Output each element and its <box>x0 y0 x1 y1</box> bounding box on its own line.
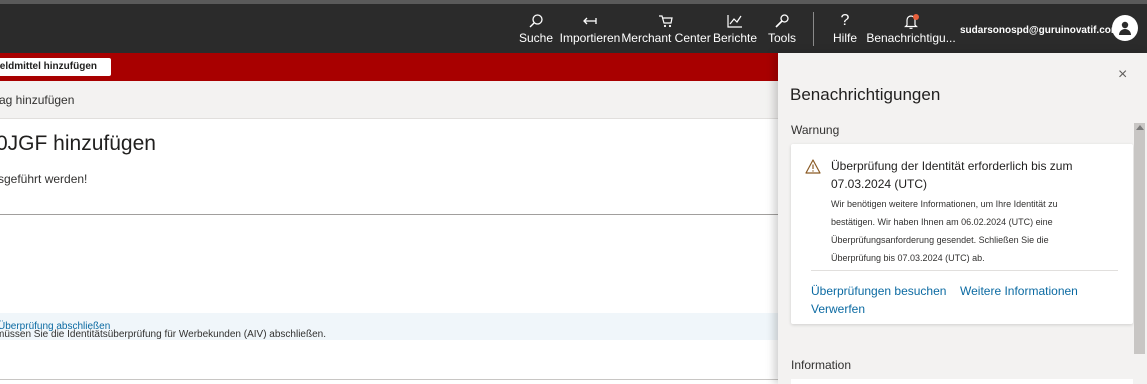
help-icon: ? <box>840 12 850 29</box>
panel-title: Benachrichtigungen <box>790 85 941 104</box>
page-subtitle: sgeführt werden! <box>0 172 88 186</box>
panel-scrollbar[interactable] <box>1134 123 1145 354</box>
top-navigation-bar: Suche Importieren Merchant Center Berich… <box>0 4 1147 53</box>
nav-import-label: Importieren <box>559 31 621 45</box>
notification-card: Überprüfung der Identität erforderlich b… <box>791 144 1133 324</box>
notification-body: Wir benötigen weitere Informationen, um … <box>831 199 1058 263</box>
add-funds-button[interactable]: ieldmittel hinzufügen <box>0 58 111 76</box>
cart-icon <box>658 12 674 30</box>
page-title: 0JGF hinzufügen <box>0 132 156 155</box>
content-divider <box>0 214 780 215</box>
chart-icon <box>727 12 743 30</box>
warning-icon <box>805 159 821 179</box>
nav-search-button[interactable]: Suche <box>518 4 554 53</box>
alert-banner <box>0 53 780 81</box>
nav-separator <box>813 12 814 46</box>
verification-info-text: müssen Sie die Identitätsüberprüfung für… <box>0 321 326 340</box>
avatar[interactable] <box>1112 15 1138 41</box>
nav-notifications-button[interactable]: Benachrichtigu... <box>866 4 956 53</box>
nav-help-button[interactable]: ? Hilfe <box>829 4 861 53</box>
nav-help-label: Hilfe <box>832 31 857 45</box>
scroll-up-arrow-icon[interactable] <box>1136 125 1144 130</box>
account-email[interactable]: sudarsonospd@guruinovatif.com <box>960 25 1120 36</box>
notification-badge <box>913 14 919 20</box>
warning-section-label: Warnung <box>791 123 840 137</box>
import-icon <box>582 12 598 30</box>
breadcrumb: ag hinzufügen <box>0 93 75 107</box>
bottom-divider <box>0 379 780 380</box>
nav-search-label: Suche <box>518 31 554 45</box>
card-divider <box>811 270 1118 271</box>
close-icon[interactable]: × <box>1118 66 1127 84</box>
nav-merchant-center-button[interactable]: Merchant Center <box>621 4 711 53</box>
information-card <box>791 379 1133 384</box>
nav-tools-label: Tools <box>767 31 796 45</box>
visit-verifications-link[interactable]: Überprüfungen besuchen <box>811 284 946 298</box>
verification-info-bar: müssen Sie die Identitätsüberprüfung für… <box>0 313 780 340</box>
nav-merchant-center-label: Merchant Center <box>621 31 711 45</box>
nav-reports-label: Berichte <box>712 31 758 45</box>
nav-tools-button[interactable]: Tools <box>765 4 799 53</box>
nav-import-button[interactable]: Importieren <box>559 4 621 53</box>
nav-reports-button[interactable]: Berichte <box>713 4 757 53</box>
breadcrumb-bar: ag hinzufügen <box>0 81 780 119</box>
add-funds-label: ieldmittel hinzufügen <box>0 61 97 72</box>
dismiss-link[interactable]: Verwerfen <box>811 302 865 316</box>
more-information-link[interactable]: Weitere Informationen <box>960 284 1078 298</box>
search-icon <box>528 12 544 30</box>
notifications-panel: × Benachrichtigungen Warnung Überprüfung… <box>778 53 1147 384</box>
notification-title: Überprüfung der Identität erforderlich b… <box>831 159 1073 191</box>
wrench-icon <box>774 12 790 30</box>
information-section-label: Information <box>791 358 852 372</box>
user-icon <box>1119 21 1131 35</box>
info-message: müssen Sie die Identitätsüberprüfung für… <box>0 329 326 340</box>
nav-notifications-label: Benachrichtigu... <box>866 31 956 45</box>
